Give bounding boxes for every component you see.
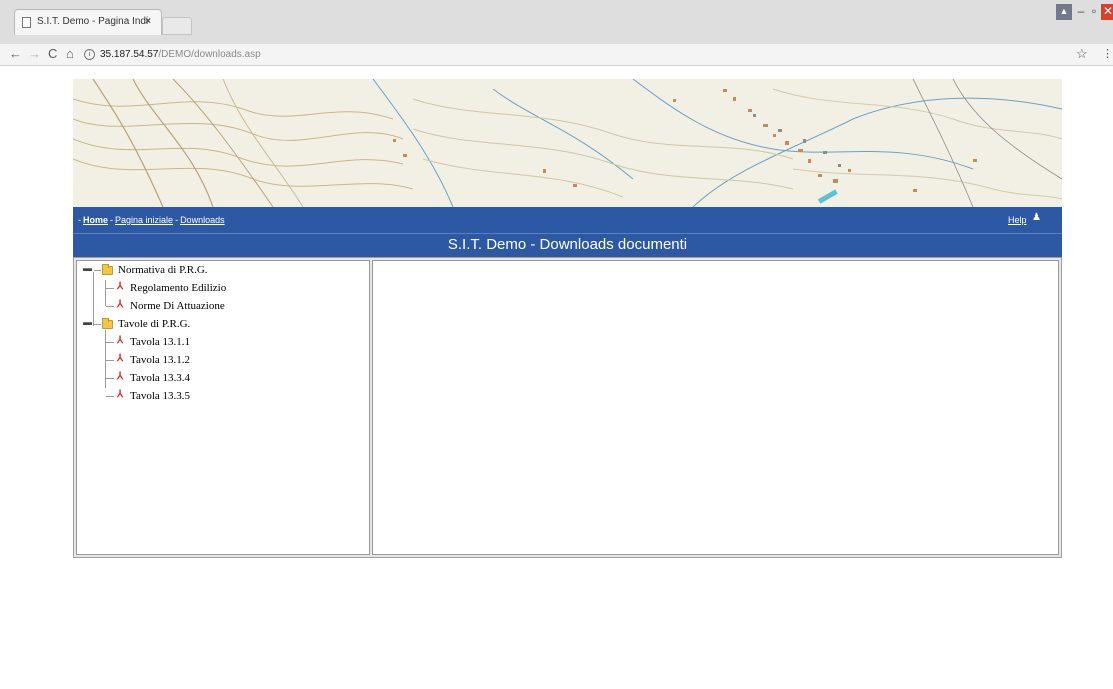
tree-item-tavola-13-3-4[interactable]: Tavola 13.3.4 — [130, 370, 190, 386]
page-icon — [22, 17, 31, 28]
breadcrumb-downloads-link[interactable]: Downloads — [180, 215, 225, 225]
document-viewer-pane[interactable] — [372, 260, 1059, 555]
folder-icon — [102, 318, 113, 329]
browser-toolbar: ← → C ⌂ i 35.187.54.57/DEMO/downloads.asp… — [0, 44, 1113, 66]
tree-line — [106, 342, 114, 343]
tree-line — [105, 280, 106, 306]
tree-line — [93, 272, 94, 326]
pdf-icon: ⅄ — [116, 299, 124, 310]
user-icon[interactable]: ♟ — [1032, 212, 1041, 223]
tree-item-tavola-13-1-2[interactable]: Tavola 13.1.2 — [130, 352, 190, 368]
back-arrow-icon[interactable]: ← — [9, 47, 22, 61]
tree-folder-normativa[interactable]: Normativa di P.R.G. — [118, 262, 208, 278]
tree-collapse-icon[interactable]: ▬ — [83, 263, 92, 273]
tree-line — [106, 360, 114, 361]
browser-tab[interactable]: S.I.T. Demo - Pagina Indi × — [14, 9, 162, 35]
breadcrumb-pagina-iniziale-link[interactable]: Pagina iniziale — [115, 215, 173, 225]
map-banner-image — [73, 79, 1062, 207]
tree-line — [94, 324, 101, 325]
breadcrumb-separator: - — [110, 215, 114, 225]
tree-line — [106, 378, 114, 379]
site-info-icon[interactable]: i — [84, 48, 95, 60]
url-path: /DEMO/downloads.asp — [158, 49, 261, 60]
pdf-icon: ⅄ — [116, 353, 124, 364]
home-icon[interactable]: ⌂ — [66, 47, 74, 61]
breadcrumb-home-link[interactable]: Home — [83, 215, 108, 225]
close-window-icon[interactable]: ✕ — [1101, 4, 1113, 20]
tree-item-norme-di-attuazione[interactable]: Norme Di Attuazione — [130, 298, 225, 314]
tab-title: S.I.T. Demo - Pagina Indi — [37, 16, 149, 27]
tree-item-tavola-13-3-5[interactable]: Tavola 13.3.5 — [130, 388, 190, 404]
url-host: 35.187.54.57 — [100, 49, 159, 60]
kebab-menu-icon[interactable]: ⋮ — [1102, 47, 1113, 60]
address-bar[interactable]: i 35.187.54.57/DEMO/downloads.asp — [84, 46, 1094, 63]
breadcrumb-separator: - — [175, 215, 179, 225]
page-title: S.I.T. Demo - Downloads documenti — [73, 233, 1062, 257]
forward-arrow-icon[interactable]: → — [28, 47, 41, 61]
content-frame: ▬ Normativa di P.R.G. ⅄ Regolamento Edil… — [73, 257, 1062, 558]
breadcrumb-separator: - — [78, 215, 81, 225]
tab-close-icon[interactable]: × — [145, 16, 151, 27]
breadcrumb: - Home - Pagina iniziale - Downloads — [76, 215, 225, 225]
tree-line — [105, 330, 106, 388]
tree-item-regolamento-edilizio[interactable]: Regolamento Edilizio — [130, 280, 226, 296]
star-icon[interactable]: ☆ — [1076, 46, 1088, 62]
profile-icon[interactable]: ▲ — [1056, 4, 1072, 20]
pdf-icon: ⅄ — [116, 371, 124, 382]
tree-line — [106, 288, 114, 289]
minimize-icon[interactable]: – — [1074, 4, 1088, 20]
tree-collapse-icon[interactable]: ▬ — [83, 317, 92, 327]
help-link[interactable]: Help — [1008, 215, 1027, 225]
folder-icon — [102, 264, 113, 275]
pdf-icon: ⅄ — [116, 335, 124, 346]
reload-icon[interactable]: C — [48, 47, 57, 61]
new-tab-button[interactable] — [162, 17, 192, 35]
tree-folder-tavole[interactable]: Tavole di P.R.G. — [118, 316, 190, 332]
document-tree-pane: ▬ Normativa di P.R.G. ⅄ Regolamento Edil… — [76, 260, 370, 555]
maximize-icon[interactable]: ▫ — [1087, 4, 1101, 20]
breadcrumb-bar: - Home - Pagina iniziale - Downloads Help ♟ — [73, 207, 1062, 233]
tree-line — [106, 306, 114, 307]
browser-titlebar: S.I.T. Demo - Pagina Indi × ▲ – ▫ ✕ — [0, 0, 1113, 44]
tree-item-tavola-13-1-1[interactable]: Tavola 13.1.1 — [130, 334, 190, 350]
pdf-icon: ⅄ — [116, 389, 124, 400]
pdf-icon: ⅄ — [116, 281, 124, 292]
tree-line — [106, 396, 114, 397]
tree-line — [94, 270, 101, 271]
